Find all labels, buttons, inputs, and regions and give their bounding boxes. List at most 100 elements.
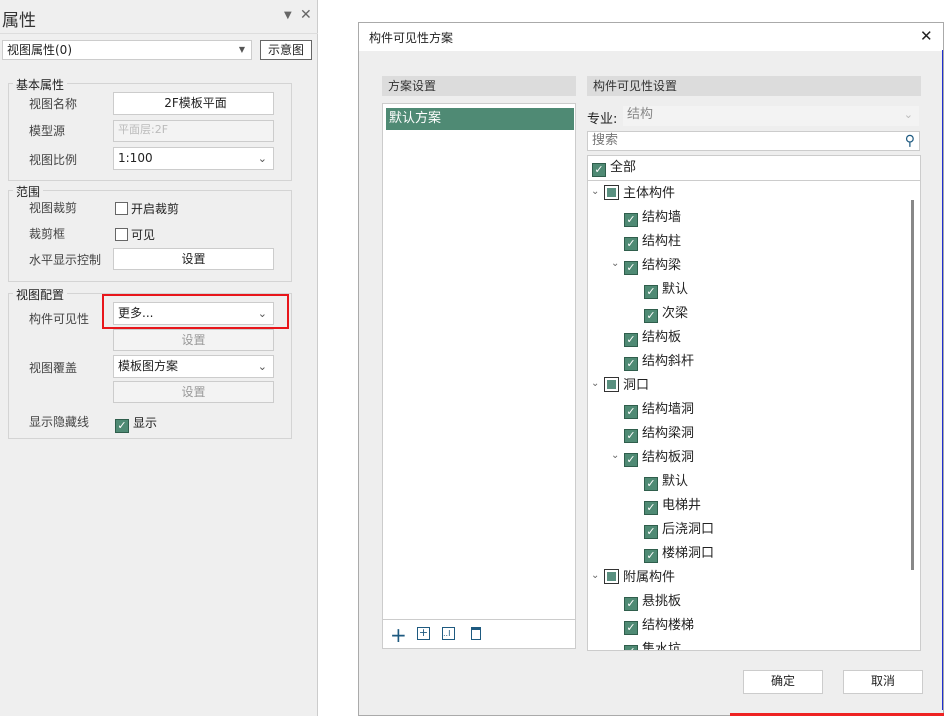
cancel-button[interactable]: 取消 (843, 670, 923, 694)
tree-item[interactable]: ⌄ 附属构件 (591, 566, 675, 590)
discipline-value: 结构 (627, 107, 654, 122)
tree-item-label: 楼梯洞口 (662, 546, 715, 561)
visibility-settings-button: 设置 (113, 329, 274, 351)
tree-item-label: 默认 (662, 474, 689, 489)
checkbox[interactable]: ✓ (624, 621, 638, 635)
hidden-lines-checkbox[interactable]: ✓ 显示 (115, 414, 157, 433)
expand-icon[interactable]: ⌄ (591, 180, 599, 204)
checkbox[interactable]: ✓ (624, 213, 638, 227)
scheme-item[interactable]: 默认方案 (386, 108, 574, 130)
tree-item[interactable]: ✓ 电梯井 (644, 494, 701, 518)
partial-checkbox[interactable] (604, 569, 619, 584)
override-select[interactable]: 模板图方案 ⌄ (113, 355, 274, 378)
add-icon[interactable]: + (390, 623, 407, 647)
view-properties-dropdown[interactable]: 视图属性(0) ▼ (2, 40, 252, 60)
override-value: 模板图方案 (118, 359, 179, 373)
tree-item[interactable]: ✓ 结构墙洞 (624, 398, 694, 422)
tree-item-label: 次梁 (662, 306, 689, 321)
tree-item[interactable]: ✓ 集水坑 (624, 638, 681, 650)
copy-icon[interactable]: + (417, 627, 430, 640)
all-checkbox[interactable]: ✓ 全部 (592, 156, 636, 180)
horizontal-settings-button[interactable]: 设置 (113, 248, 274, 270)
checkbox[interactable]: ✓ (624, 357, 638, 371)
properties-panel: 属性 ▼ ✕ 视图属性(0) ▼ 示意图 基本属性 视图名称 2F模板平面 模型源… (0, 0, 318, 716)
tree-item[interactable]: ✓ 后浇洞口 (644, 518, 714, 542)
checkbox[interactable]: ✓ (644, 549, 658, 563)
tree-item[interactable]: ✓ 悬挑板 (624, 590, 681, 614)
checkbox[interactable]: ✓ (644, 501, 658, 515)
model-source-input: 平面层:2F (113, 120, 274, 142)
tree-item[interactable]: ✓ 结构墙 (624, 206, 681, 230)
checkbox[interactable]: ✓ (624, 453, 638, 467)
visibility-label: 构件可见性 (29, 312, 90, 326)
scheme-header: 方案设置 (382, 76, 576, 96)
tree-item[interactable]: ✓ 结构斜杆 (624, 350, 694, 374)
tree-item[interactable]: ⌄ ✓ 结构梁 (611, 254, 682, 278)
scale-label: 视图比例 (29, 153, 78, 167)
tree-item-label: 结构梁 (642, 258, 682, 273)
tree-item[interactable]: ⌄ 主体构件 (591, 182, 675, 206)
close-icon[interactable]: ✕ (920, 27, 933, 45)
checkbox[interactable]: ✓ (624, 429, 638, 443)
checkbox[interactable]: ✓ (624, 597, 638, 611)
checkbox[interactable]: ✓ (624, 261, 638, 275)
checkbox[interactable]: ✓ (624, 405, 638, 419)
checkbox[interactable]: ✓ (624, 645, 638, 650)
chevron-down-icon: ⌄ (903, 108, 913, 121)
search-input[interactable]: 搜索 ⚲ (587, 131, 920, 151)
crop-check-label: 开启裁剪 (131, 202, 180, 216)
tree-item[interactable]: ✓ 结构板 (624, 326, 681, 350)
partial-checkbox[interactable] (604, 185, 619, 200)
tree-item[interactable]: ✓ 楼梯洞口 (644, 542, 714, 566)
tree-item[interactable]: ✓ 默认 (644, 278, 688, 302)
expand-icon[interactable]: ⌄ (611, 444, 619, 468)
close-icon[interactable]: ✕ (300, 7, 312, 23)
partial-checkbox[interactable] (604, 377, 619, 392)
checkbox[interactable]: ✓ (644, 309, 658, 323)
hidden-lines-label: 显示隐藏线 (29, 415, 90, 429)
crop-box-checkbox[interactable]: 可见 (115, 226, 155, 243)
panel-title: 属性 (2, 11, 36, 31)
dialog-title: 构件可见性方案 (369, 31, 454, 45)
scheme-list (382, 103, 576, 649)
all-label: 全部 (610, 160, 637, 175)
view-name-input[interactable]: 2F模板平面 (113, 92, 274, 115)
tree-item[interactable]: ✓ 结构楼梯 (624, 614, 694, 638)
tree-item[interactable]: ✓ 次梁 (644, 302, 688, 326)
canvas-edge (940, 50, 943, 710)
discipline-label: 专业: (587, 112, 618, 127)
range-group-title: 范围 (13, 183, 44, 200)
tree-item[interactable]: ⌄ 洞口 (591, 374, 649, 398)
tree-item[interactable]: ⌄ ✓ 结构板洞 (611, 446, 695, 470)
expand-icon[interactable]: ⌄ (611, 252, 619, 276)
delete-icon[interactable] (471, 627, 481, 640)
view-name-label: 视图名称 (29, 97, 78, 111)
search-icon[interactable]: ⚲ (905, 132, 915, 150)
expand-icon[interactable]: ⌄ (591, 372, 599, 396)
tree-item-label: 结构梁洞 (642, 426, 695, 441)
visibility-dialog: 构件可见性方案 ✕ 方案设置 默认方案 + + ..I 构件可见性设置 专业: … (358, 22, 944, 716)
ok-button[interactable]: 确定 (743, 670, 823, 694)
checkbox[interactable]: ✓ (624, 333, 638, 347)
tree-item-label: 结构楼梯 (642, 618, 695, 633)
rename-icon[interactable]: ..I (442, 627, 455, 640)
tree-item[interactable]: ✓ 结构柱 (624, 230, 681, 254)
checkbox[interactable]: ✓ (644, 525, 658, 539)
tree-item-label: 结构板洞 (642, 450, 695, 465)
checkbox[interactable]: ✓ (624, 237, 638, 251)
tree-item[interactable]: ✓ 结构梁洞 (624, 422, 694, 446)
scrollbar[interactable] (911, 200, 914, 570)
scale-select[interactable]: 1:100 ⌄ (113, 147, 274, 170)
tree-item-label: 悬挑板 (642, 594, 682, 609)
tree-item-label: 电梯井 (662, 498, 702, 513)
tree-item-label: 结构板 (642, 330, 682, 345)
crop-checkbox[interactable]: 开启裁剪 (115, 200, 179, 217)
panel-menu-icon[interactable]: ▼ (284, 10, 292, 21)
scale-value: 1:100 (118, 151, 153, 165)
expand-icon[interactable]: ⌄ (591, 564, 599, 588)
checkbox[interactable]: ✓ (644, 285, 658, 299)
tree-item[interactable]: ✓ 默认 (644, 470, 688, 494)
preview-button[interactable]: 示意图 (260, 40, 312, 60)
tree-item-label: 后浇洞口 (662, 522, 715, 537)
checkbox[interactable]: ✓ (644, 477, 658, 491)
